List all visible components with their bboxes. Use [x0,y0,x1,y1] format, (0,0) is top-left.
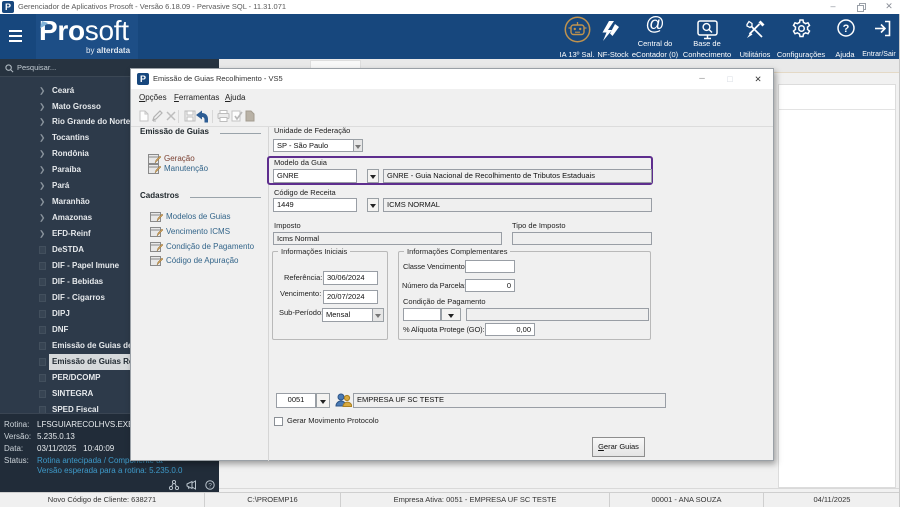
svg-text:?: ? [843,23,850,35]
svg-text:?: ? [208,482,212,489]
